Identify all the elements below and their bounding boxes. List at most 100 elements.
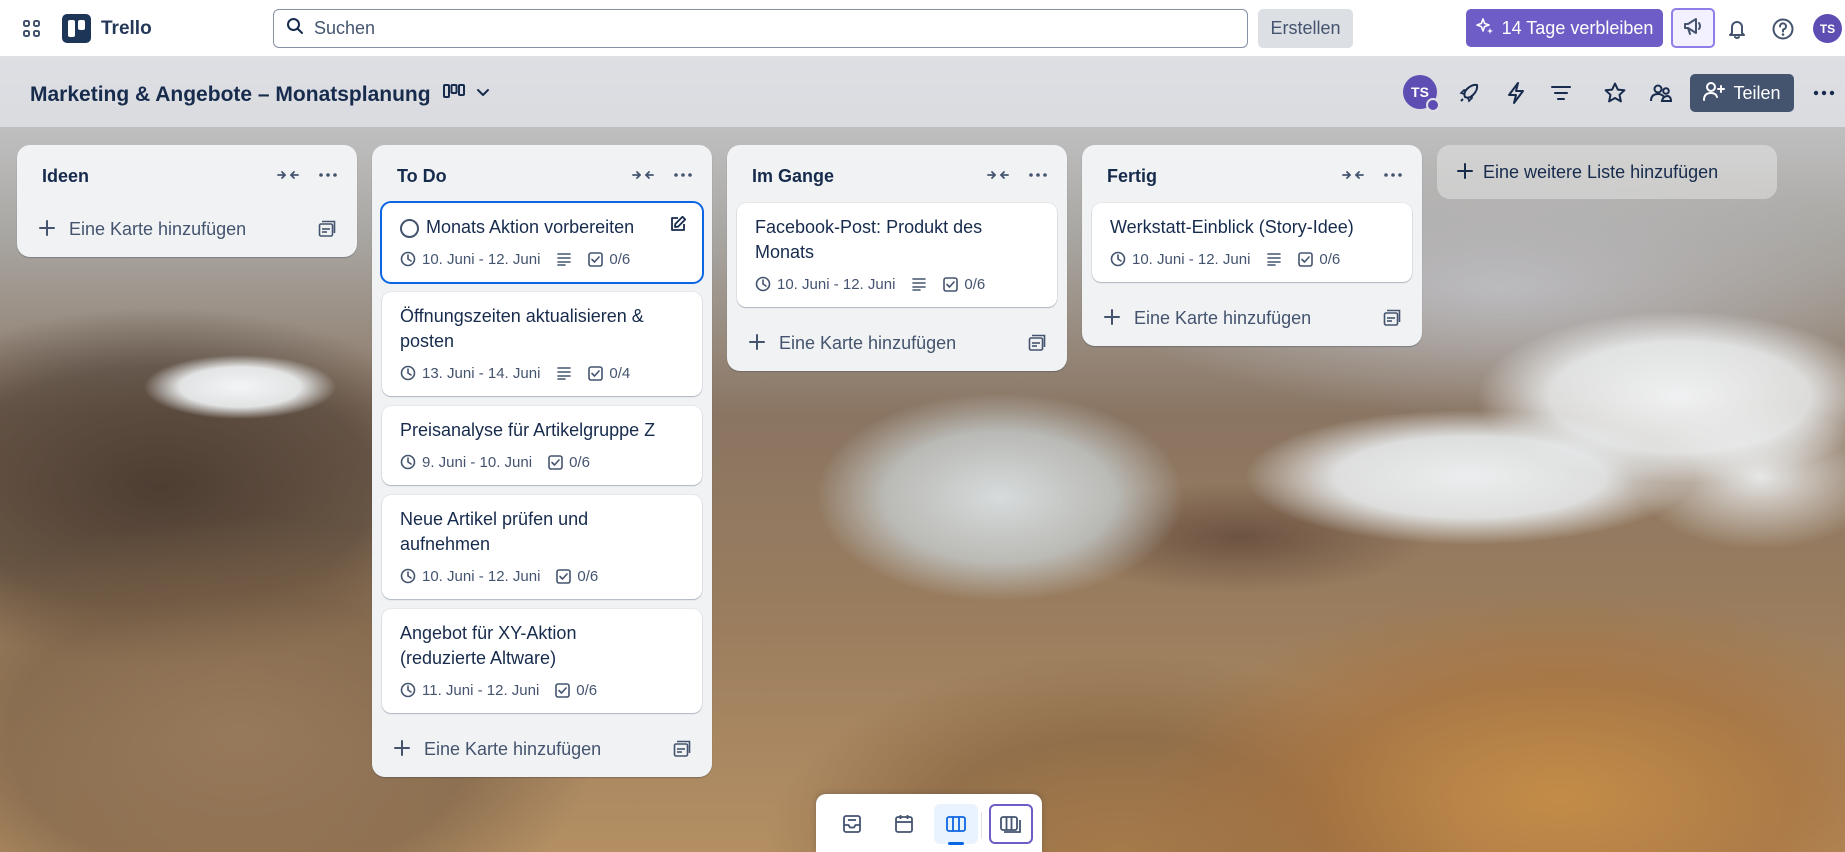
- calendar-icon[interactable]: [882, 804, 926, 844]
- list-title[interactable]: Ideen: [42, 166, 89, 187]
- card-title: Öffnungszeiten aktualisieren & posten: [400, 306, 644, 351]
- more-icon[interactable]: [670, 164, 696, 186]
- more-icon[interactable]: [315, 164, 341, 186]
- board-icon[interactable]: [934, 804, 978, 845]
- list-title[interactable]: Im Gange: [752, 166, 834, 187]
- board-view-switcher[interactable]: [443, 83, 491, 106]
- trello-logo-icon: [62, 14, 91, 43]
- filter-icon[interactable]: [1547, 79, 1575, 107]
- card[interactable]: Öffnungszeiten aktualisieren & posten 13…: [382, 292, 702, 396]
- bell-icon[interactable]: [1724, 16, 1750, 42]
- switch-boards-icon[interactable]: [989, 804, 1033, 844]
- checklist-badge: 0/4: [588, 365, 630, 382]
- list-im-gange[interactable]: Im Gange Facebook-Post: Produkt des Mona…: [727, 145, 1067, 371]
- megaphone-button[interactable]: [1671, 8, 1715, 48]
- card-badges: 11. Juni - 12. Juni 0/6: [400, 679, 686, 701]
- visibility-icon[interactable]: [1647, 79, 1675, 107]
- add-card-label: Eine Karte hinzufügen: [69, 219, 247, 239]
- chevron-down-icon: [475, 84, 491, 105]
- plus-icon: [747, 332, 767, 352]
- card[interactable]: Angebot für XY-Aktion (reduzierte Altwar…: [382, 609, 702, 713]
- clock-icon: [400, 682, 416, 698]
- star-icon[interactable]: [1601, 79, 1629, 107]
- add-card-button[interactable]: Eine Karte hinzufügen: [17, 203, 357, 257]
- list-title[interactable]: To Do: [397, 166, 447, 187]
- checklist-badge: 0/6: [555, 682, 597, 699]
- trial-label: 14 Tage verbleiben: [1501, 17, 1654, 38]
- checklist-count: 0/6: [964, 275, 986, 293]
- card-title: Werkstatt-Einblick (Story-Idee): [1110, 217, 1354, 237]
- list-header: Ideen: [17, 145, 357, 203]
- card-template-icon[interactable]: [1382, 308, 1402, 328]
- more-icon[interactable]: [1380, 164, 1406, 186]
- add-card-button[interactable]: Eine Karte hinzufügen: [727, 317, 1067, 371]
- board-title[interactable]: Marketing & Angebote – Monatsplanung: [30, 83, 431, 107]
- edit-icon[interactable]: [668, 214, 688, 234]
- checklist-badge: 0/6: [548, 454, 590, 471]
- share-button[interactable]: Teilen: [1690, 74, 1794, 112]
- trello-logo[interactable]: Trello: [62, 14, 152, 43]
- list-to-do[interactable]: To Do Monats Aktion vorbereiten 10. Juni…: [372, 145, 712, 777]
- date-badge: 10. Juni - 12. Juni: [400, 568, 540, 585]
- user-avatar[interactable]: TS: [1813, 14, 1842, 43]
- help-icon[interactable]: [1770, 16, 1796, 42]
- checklist-icon: [555, 682, 571, 698]
- add-card-label: Eine Karte hinzufügen: [779, 333, 957, 353]
- board-header: Marketing & Angebote – Monatsplanung TS …: [0, 57, 1845, 127]
- apps-grid-icon[interactable]: [20, 17, 44, 41]
- top-navigation: Trello Erstellen 14 Tage verbleiben TS: [0, 0, 1845, 57]
- checklist-icon: [943, 276, 959, 292]
- list-ideen[interactable]: Ideen Eine Karte hinzufügen: [17, 145, 357, 257]
- bottom-view-switcher: [816, 794, 1042, 852]
- add-list-button[interactable]: Eine weitere Liste hinzufügen: [1437, 145, 1777, 199]
- trial-button[interactable]: 14 Tage verbleiben: [1466, 9, 1663, 47]
- board-view-icon: [443, 83, 465, 106]
- add-member-icon: [1703, 81, 1726, 106]
- automation-icon[interactable]: [1502, 79, 1530, 107]
- collapse-icon[interactable]: [1340, 164, 1366, 186]
- card[interactable]: Facebook-Post: Produkt des Monats 10. Ju…: [737, 203, 1057, 307]
- description-icon: [556, 366, 572, 380]
- inbox-icon[interactable]: [830, 804, 874, 844]
- add-card-label: Eine Karte hinzufügen: [424, 739, 602, 759]
- list-title[interactable]: Fertig: [1107, 166, 1157, 187]
- card-badges: 13. Juni - 14. Juni 0/4: [400, 362, 686, 384]
- collapse-icon[interactable]: [630, 164, 656, 186]
- add-card-label: Eine Karte hinzufügen: [1134, 308, 1312, 328]
- card-title: Monats Aktion vorbereiten: [426, 217, 635, 237]
- card[interactable]: Monats Aktion vorbereiten 10. Juni - 12.…: [382, 203, 702, 282]
- power-ups-icon[interactable]: [1455, 79, 1483, 107]
- collapse-icon[interactable]: [985, 164, 1011, 186]
- complete-checkbox-icon[interactable]: [400, 219, 419, 238]
- card-badges: 10. Juni - 12. Juni 0/6: [1110, 248, 1396, 270]
- card-dates: 13. Juni - 14. Juni: [422, 364, 541, 382]
- card[interactable]: Werkstatt-Einblick (Story-Idee) 10. Juni…: [1092, 203, 1412, 282]
- card-dates: 10. Juni - 12. Juni: [777, 275, 896, 293]
- card-badges: 10. Juni - 12. Juni 0/6: [400, 565, 686, 587]
- add-card-button[interactable]: Eine Karte hinzufügen: [372, 723, 712, 777]
- more-icon[interactable]: [1810, 79, 1838, 107]
- card[interactable]: Neue Artikel prüfen und aufnehmen 10. Ju…: [382, 495, 702, 599]
- search-input[interactable]: [314, 18, 1214, 39]
- megaphone-icon: [1682, 15, 1704, 42]
- date-badge: 9. Juni - 10. Juni: [400, 454, 532, 471]
- card-template-icon[interactable]: [1027, 333, 1047, 353]
- checklist-count: 0/6: [577, 567, 599, 585]
- search-field[interactable]: [273, 9, 1248, 48]
- divider: [981, 812, 982, 838]
- checklist-icon: [1298, 251, 1314, 267]
- card-title: Facebook-Post: Produkt des Monats: [755, 217, 983, 262]
- checklist-count: 0/6: [569, 453, 590, 471]
- plus-icon: [37, 218, 57, 238]
- card-template-icon[interactable]: [672, 739, 692, 759]
- add-card-button[interactable]: Eine Karte hinzufügen: [1082, 292, 1422, 346]
- card[interactable]: Preisanalyse für Artikelgruppe Z 9. Juni…: [382, 406, 702, 485]
- board-member-avatar[interactable]: TS: [1403, 75, 1440, 112]
- list-fertig[interactable]: Fertig Werkstatt-Einblick (Story-Idee) 1…: [1082, 145, 1422, 346]
- checklist-count: 0/4: [609, 364, 631, 382]
- card-template-icon[interactable]: [317, 219, 337, 239]
- collapse-icon[interactable]: [275, 164, 301, 186]
- more-icon[interactable]: [1025, 164, 1051, 186]
- create-button[interactable]: Erstellen: [1258, 9, 1353, 48]
- card-title: Neue Artikel prüfen und aufnehmen: [400, 509, 589, 554]
